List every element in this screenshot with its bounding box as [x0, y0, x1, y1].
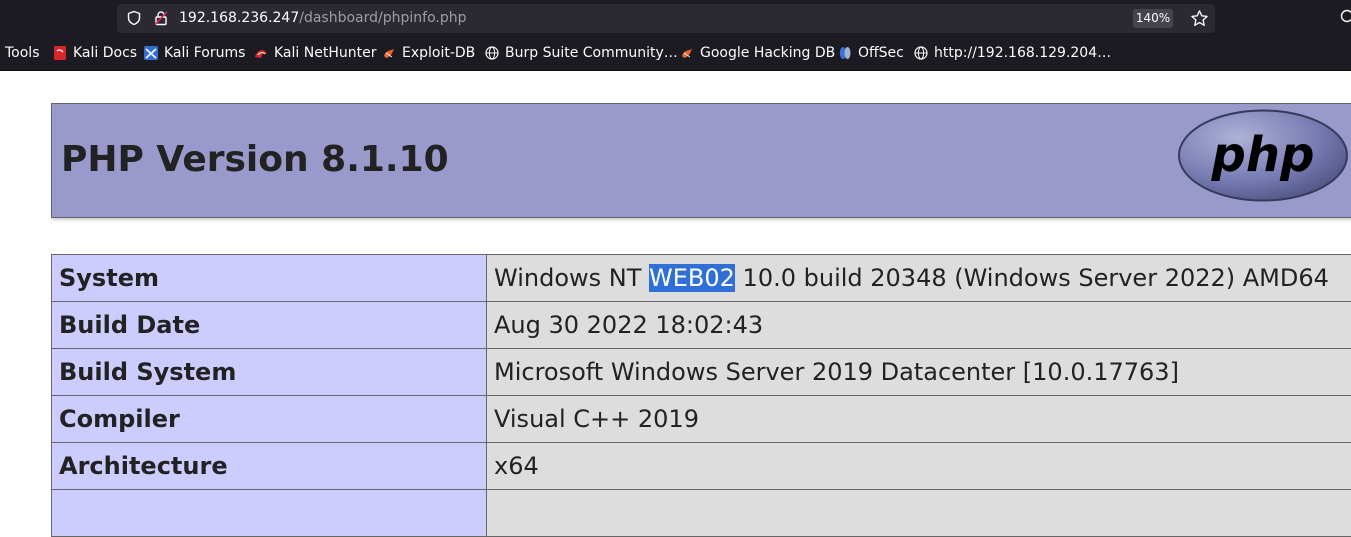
url-path: /dashboard/phpinfo.php: [299, 10, 466, 26]
address-bar[interactable]: 192.168.236.247/dashboard/phpinfo.php 14…: [117, 4, 1215, 33]
bookmark-label: Kali NetHunter: [274, 42, 376, 64]
bookmark-google-hacking-db[interactable]: Google Hacking DB: [680, 42, 835, 64]
table-row: Architecture x64: [52, 443, 1351, 490]
bookmark-exploit-db[interactable]: Exploit-DB: [382, 42, 475, 64]
table-row: [52, 490, 1351, 537]
exploit-db-icon: [382, 46, 396, 60]
bookmark-label: Exploit-DB: [402, 42, 475, 64]
zoom-level-button[interactable]: 140%: [1133, 9, 1173, 28]
php-info-table: System Windows NT WEB02 10.0 build 20348…: [51, 254, 1351, 537]
bookmark-tools[interactable]: Tools: [5, 42, 40, 64]
bookmark-label: Kali Docs: [73, 42, 137, 64]
bookmark-label: OffSec: [858, 42, 904, 64]
php-logo-text: php: [1211, 127, 1315, 183]
bookmark-label: http://192.168.129.204…: [934, 42, 1111, 64]
globe-icon: [485, 46, 499, 60]
table-row: System Windows NT WEB02 10.0 build 20348…: [52, 255, 1351, 302]
bookmark-offsec[interactable]: OffSec: [838, 42, 904, 64]
row-value: x64: [487, 443, 1351, 490]
table-row: Build Date Aug 30 2022 18:02:43: [52, 302, 1351, 349]
row-label: Build System: [52, 349, 487, 396]
row-value: [487, 490, 1351, 537]
browser-chrome: 192.168.236.247/dashboard/phpinfo.php 14…: [0, 0, 1351, 71]
shield-icon[interactable]: [1340, 9, 1351, 23]
bookmark-burp-suite[interactable]: Burp Suite Community…: [485, 42, 678, 64]
url-host: 192.168.236.247: [179, 10, 299, 26]
selected-text[interactable]: WEB02: [649, 264, 735, 292]
kali-docs-icon: [53, 46, 67, 60]
row-value: Aug 30 2022 18:02:43: [487, 302, 1351, 349]
row-label: [52, 490, 487, 537]
row-label: Architecture: [52, 443, 487, 490]
page-content: PHP Version 8.1.10 php System Windows NT…: [0, 71, 1351, 502]
value-text: Windows NT: [494, 264, 649, 292]
url-text[interactable]: 192.168.236.247/dashboard/phpinfo.php: [179, 10, 467, 27]
bookmark-label: Burp Suite Community…: [505, 42, 678, 64]
row-label: System: [52, 255, 487, 302]
page-title: PHP Version 8.1.10: [61, 138, 449, 182]
bookmark-star-icon[interactable]: [1190, 9, 1209, 28]
bookmark-kali-docs[interactable]: Kali Docs: [53, 42, 137, 64]
table-row: Compiler Visual C++ 2019: [52, 396, 1351, 443]
insecure-lock-icon[interactable]: [153, 10, 169, 26]
bookmark-label: Kali Forums: [164, 42, 245, 64]
row-value: Windows NT WEB02 10.0 build 20348 (Windo…: [487, 255, 1351, 302]
kali-forums-icon: [144, 46, 158, 60]
row-label: Compiler: [52, 396, 487, 443]
value-text: 10.0 build 20348 (Windows Server 2022) A…: [735, 264, 1329, 292]
php-version-header: PHP Version 8.1.10 php: [51, 103, 1351, 218]
bookmark-http-192-168-129-204[interactable]: http://192.168.129.204…: [914, 42, 1111, 64]
kali-nethunter-icon: [254, 46, 268, 60]
tracking-protection-icon[interactable]: [126, 10, 142, 26]
bookmark-kali-forums[interactable]: Kali Forums: [144, 42, 245, 64]
bookmark-label: Tools: [5, 42, 40, 64]
bookmarks-toolbar: Tools Kali Docs Kali Forums Kali NetHunt…: [0, 42, 1351, 64]
row-value: Visual C++ 2019: [487, 396, 1351, 443]
php-logo-icon[interactable]: php: [1177, 109, 1349, 202]
row-label: Build Date: [52, 302, 487, 349]
bookmark-kali-nethunter[interactable]: Kali NetHunter: [254, 42, 376, 64]
row-value: Microsoft Windows Server 2019 Datacenter…: [487, 349, 1351, 396]
offsec-icon: [838, 46, 852, 60]
globe-icon: [914, 46, 928, 60]
bookmark-label: Google Hacking DB: [700, 42, 835, 64]
exploit-db-icon: [680, 46, 694, 60]
table-row: Build System Microsoft Windows Server 20…: [52, 349, 1351, 396]
